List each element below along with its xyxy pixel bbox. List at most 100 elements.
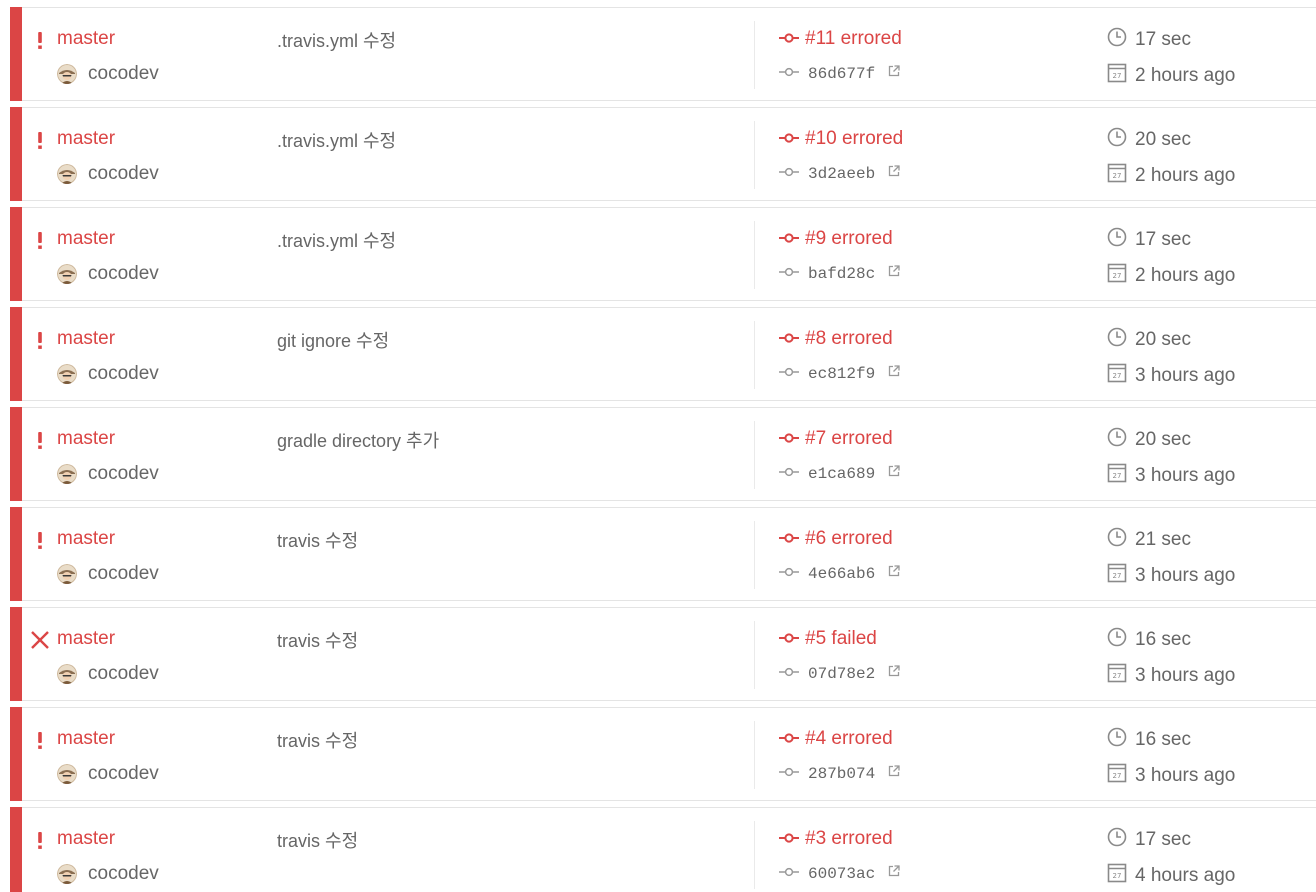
build-finished: 27 3 hours ago <box>1107 463 1235 488</box>
finished-text: 3 hours ago <box>1135 564 1236 586</box>
commit-link-group: 86d677f <box>779 64 901 83</box>
build-number-link[interactable]: #4 errored <box>779 728 893 750</box>
build-number-link[interactable]: #7 errored <box>779 428 893 450</box>
svg-text:27: 27 <box>1113 872 1122 880</box>
external-link-icon[interactable] <box>887 564 901 583</box>
build-number-link[interactable]: #11 errored <box>779 28 902 50</box>
author-name: cocodev <box>88 663 159 684</box>
author-name: cocodev <box>88 363 159 384</box>
build-number-link[interactable]: #6 errored <box>779 528 893 550</box>
external-link-icon[interactable] <box>887 364 901 383</box>
commit-icon <box>779 665 799 683</box>
svg-text:27: 27 <box>1113 472 1122 480</box>
build-number-link[interactable]: #8 errored <box>779 328 893 350</box>
commit-message: git ignore 수정 <box>277 331 390 351</box>
exclamation-icon <box>29 329 51 351</box>
svg-text:27: 27 <box>1113 772 1122 780</box>
commit-hash-link[interactable]: 3d2aeeb <box>808 165 875 183</box>
external-link-icon[interactable] <box>887 764 901 783</box>
commit-hash-link[interactable]: 86d677f <box>808 65 875 83</box>
calendar-icon: 27 <box>1107 363 1127 388</box>
author-name: cocodev <box>88 863 159 884</box>
branch-name[interactable]: master <box>57 628 115 650</box>
calendar-icon: 27 <box>1107 763 1127 788</box>
commit-message: travis 수정 <box>277 731 359 751</box>
svg-text:27: 27 <box>1113 172 1122 180</box>
commit-hash-link[interactable]: ec812f9 <box>808 365 875 383</box>
external-link-icon[interactable] <box>887 64 901 83</box>
branch-name[interactable]: master <box>57 28 115 50</box>
avatar <box>57 164 77 184</box>
clock-icon <box>1107 327 1127 352</box>
commit-hash-link[interactable]: 07d78e2 <box>808 665 875 683</box>
branch-name[interactable]: master <box>57 228 115 250</box>
author-name: cocodev <box>88 63 159 84</box>
clock-icon <box>1107 627 1127 652</box>
build-row-3[interactable]: master cocodev git ignore 수정 #8 errored … <box>10 307 1316 401</box>
finished-text: 2 hours ago <box>1135 164 1236 186</box>
status-bar <box>10 607 22 701</box>
status-bar <box>10 707 22 801</box>
svg-text:27: 27 <box>1113 72 1122 80</box>
build-row-1[interactable]: master cocodev .travis.yml 수정 #10 errore… <box>10 107 1316 201</box>
calendar-icon: 27 <box>1107 63 1127 88</box>
svg-text:27: 27 <box>1113 272 1122 280</box>
commit-hash-link[interactable]: bafd28c <box>808 265 875 283</box>
branch-name[interactable]: master <box>57 528 115 550</box>
calendar-icon: 27 <box>1107 863 1127 888</box>
branch-name[interactable]: master <box>57 128 115 150</box>
build-row-6[interactable]: master cocodev travis 수정 #5 failed 07d78… <box>10 607 1316 701</box>
build-commit-icon <box>779 628 799 650</box>
calendar-icon: 27 <box>1107 263 1127 288</box>
build-finished: 27 2 hours ago <box>1107 163 1235 188</box>
build-number-link[interactable]: #10 errored <box>779 128 903 150</box>
build-commit-icon <box>779 128 799 150</box>
external-link-icon[interactable] <box>887 264 901 283</box>
commit-icon <box>779 265 799 283</box>
build-row-4[interactable]: master cocodev gradle directory 추가 #7 er… <box>10 407 1316 501</box>
build-commit-icon <box>779 528 799 550</box>
build-number-link[interactable]: #9 errored <box>779 228 893 250</box>
build-row-8[interactable]: master cocodev travis 수정 #3 errored 6007… <box>10 807 1316 892</box>
calendar-icon: 27 <box>1107 163 1127 188</box>
build-row-0[interactable]: master cocodev .travis.yml 수정 #11 errore… <box>10 7 1316 101</box>
external-link-icon[interactable] <box>887 464 901 483</box>
commit-hash-link[interactable]: 287b074 <box>808 765 875 783</box>
build-number-link[interactable]: #3 errored <box>779 828 893 850</box>
build-number-text: #4 errored <box>805 728 893 749</box>
build-duration: 21 sec <box>1107 527 1191 552</box>
external-link-icon[interactable] <box>887 164 901 183</box>
commit-hash-link[interactable]: 4e66ab6 <box>808 565 875 583</box>
commit-link-group: bafd28c <box>779 264 901 283</box>
column-divider <box>754 221 755 289</box>
avatar <box>57 264 77 284</box>
build-row-5[interactable]: master cocodev travis 수정 #6 errored 4e66… <box>10 507 1316 601</box>
commit-message: .travis.yml 수정 <box>277 231 397 251</box>
build-commit-icon <box>779 428 799 450</box>
build-number-text: #10 errored <box>805 128 904 149</box>
duration-text: 17 sec <box>1135 828 1191 850</box>
build-number-link[interactable]: #5 failed <box>779 628 877 650</box>
column-divider <box>754 721 755 789</box>
branch-name[interactable]: master <box>57 428 115 450</box>
duration-text: 20 sec <box>1135 128 1191 150</box>
branch-name[interactable]: master <box>57 728 115 750</box>
build-row-2[interactable]: master cocodev .travis.yml 수정 #9 errored… <box>10 207 1316 301</box>
build-row-7[interactable]: master cocodev travis 수정 #4 errored 287b… <box>10 707 1316 801</box>
commit-hash-link[interactable]: 60073ac <box>808 865 875 883</box>
build-commit-icon <box>779 828 799 850</box>
build-duration: 17 sec <box>1107 827 1191 852</box>
exclamation-icon <box>29 829 51 851</box>
status-bar <box>10 507 22 601</box>
commit-message: .travis.yml 수정 <box>277 31 397 51</box>
external-link-icon[interactable] <box>887 664 901 683</box>
commit-icon <box>779 465 799 483</box>
commit-link-group: 287b074 <box>779 764 901 783</box>
commit-hash-link[interactable]: e1ca689 <box>808 465 875 483</box>
external-link-icon[interactable] <box>887 864 901 883</box>
branch-name[interactable]: master <box>57 328 115 350</box>
commit-message: travis 수정 <box>277 831 359 851</box>
duration-text: 20 sec <box>1135 428 1191 450</box>
branch-name[interactable]: master <box>57 828 115 850</box>
build-commit-icon <box>779 728 799 750</box>
